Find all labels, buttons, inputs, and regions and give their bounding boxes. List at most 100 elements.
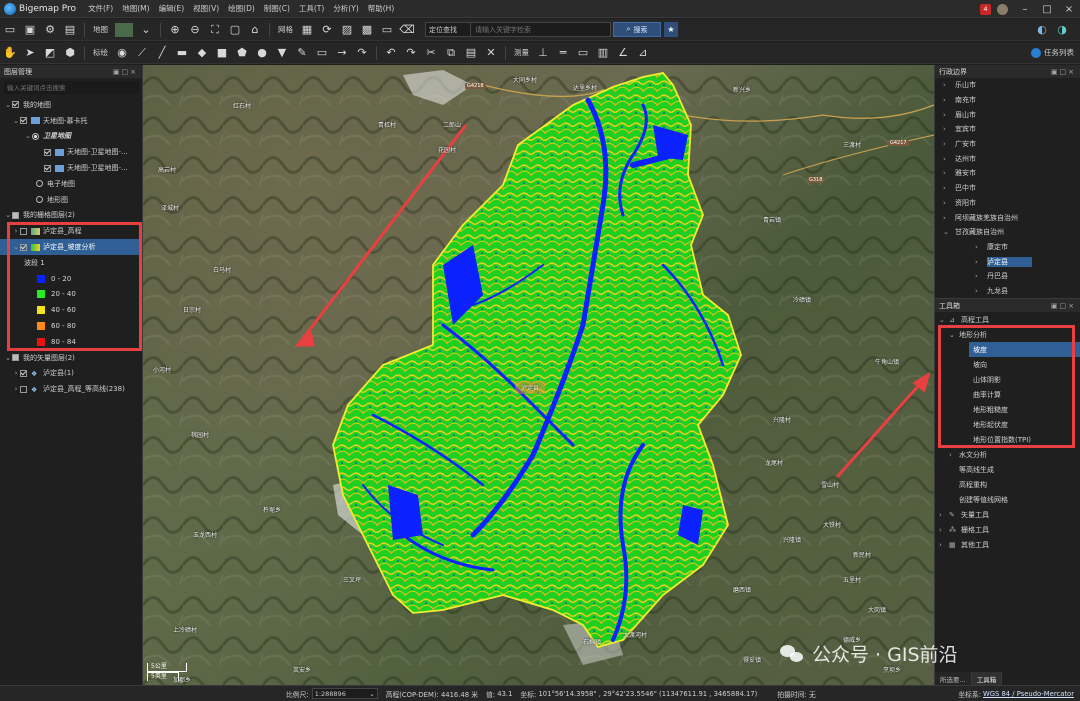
chevron-right-icon[interactable]: ›: [939, 526, 949, 534]
admin-child-item[interactable]: › 康定市: [935, 240, 1080, 255]
tree-sat-layer-2[interactable]: 天地图-卫星地图-...: [0, 160, 142, 176]
triangle-icon[interactable]: ▼: [275, 46, 289, 60]
tree-vector-group[interactable]: ⌄ 我的矢量图层(2): [0, 350, 142, 366]
tool-other-group[interactable]: › ▦ 其他工具: [935, 537, 1080, 552]
checkbox[interactable]: [12, 101, 19, 109]
map-popup-label[interactable]: 泸定县: [515, 381, 546, 394]
layer-filter-input[interactable]: [4, 81, 139, 94]
menu-file[interactable]: 文件(F): [88, 3, 113, 14]
zoom-in-icon[interactable]: ⊕: [168, 23, 182, 37]
checkbox[interactable]: [20, 385, 27, 393]
measure-area-icon[interactable]: ▭: [576, 46, 590, 60]
admin-item[interactable]: › 雅安市: [935, 166, 1080, 181]
sync-icon[interactable]: ⟳: [320, 23, 334, 37]
maximize-icon[interactable]: □: [1036, 4, 1058, 15]
admin-item[interactable]: › 乐山市: [935, 78, 1080, 93]
menu-draw[interactable]: 绘图(D): [228, 3, 255, 14]
admin-item[interactable]: › 南充市: [935, 93, 1080, 108]
search-type-select[interactable]: 定位查找: [425, 22, 471, 37]
tree-my-map[interactable]: ⌄ 我的地图: [0, 97, 142, 113]
tree-electronic-map[interactable]: 电子地图: [0, 176, 142, 192]
chevron-down-icon[interactable]: ⌄: [4, 211, 12, 219]
tool-relief[interactable]: 地形起伏度: [935, 417, 1080, 432]
chevron-down-icon[interactable]: ⌄: [12, 117, 20, 125]
menu-cartography[interactable]: 制图(C): [264, 3, 290, 14]
search-button[interactable]: ⌕ 搜索: [613, 22, 661, 37]
chevron-right-icon[interactable]: ›: [943, 155, 955, 163]
line-icon[interactable]: ╱: [155, 46, 169, 60]
menu-analysis[interactable]: 分析(Y): [333, 3, 358, 14]
measure-point-icon[interactable]: ⊥: [536, 46, 550, 60]
checkbox[interactable]: [44, 148, 51, 156]
admin-item[interactable]: › 巴中市: [935, 181, 1080, 196]
admin-item[interactable]: › 阿坝藏族羌族自治州: [935, 210, 1080, 225]
admin-item[interactable]: › 资阳市: [935, 196, 1080, 211]
tool-hydro[interactable]: › 水文分析: [935, 447, 1080, 462]
chevron-down-icon[interactable]: ⌄: [939, 316, 949, 324]
admin-item[interactable]: › 宜宾市: [935, 122, 1080, 137]
chevron-right-icon[interactable]: ›: [943, 199, 955, 207]
chevron-right-icon[interactable]: ›: [975, 243, 987, 251]
redo-icon[interactable]: ↷: [404, 46, 418, 60]
chevron-right-icon[interactable]: ›: [975, 258, 987, 266]
chevron-right-icon[interactable]: ›: [12, 227, 20, 235]
route-arrow-icon[interactable]: →: [335, 46, 349, 60]
admin-item[interactable]: › 达州市: [935, 151, 1080, 166]
chevron-down-icon[interactable]: ⌄: [949, 331, 959, 339]
panel-controls-icon[interactable]: ▣□×: [1051, 302, 1076, 310]
photo-icon[interactable]: ▩: [360, 23, 374, 37]
admin-child-item[interactable]: › 丹巴县: [935, 269, 1080, 284]
radio[interactable]: [32, 132, 39, 140]
pin-icon[interactable]: ⬢: [63, 46, 77, 60]
checkbox[interactable]: [12, 211, 19, 219]
tree-sat-layer-1[interactable]: 天地图-卫星地图-...: [0, 144, 142, 160]
fullscreen-icon[interactable]: ▢: [228, 23, 242, 37]
tool-curvature[interactable]: 曲率计算: [935, 387, 1080, 402]
menu-view[interactable]: 视图(V): [193, 3, 219, 14]
circle-icon[interactable]: ●: [255, 46, 269, 60]
layer-icon[interactable]: ▤: [63, 23, 77, 37]
shield-icon[interactable]: ◐: [1035, 23, 1049, 37]
arrow-shape-icon[interactable]: ◆: [195, 46, 209, 60]
eraser-icon[interactable]: ⌫: [399, 23, 415, 37]
chevron-down-icon[interactable]: ⌄: [943, 228, 955, 236]
measure-slope-icon[interactable]: ⊿: [636, 46, 650, 60]
copy-icon[interactable]: ⧉: [444, 46, 458, 60]
chevron-right-icon[interactable]: ›: [12, 385, 20, 393]
chevron-right-icon[interactable]: ›: [943, 96, 955, 104]
tool-contour[interactable]: 等高线生成: [935, 462, 1080, 477]
tree-vector-county[interactable]: › ❖ 泸定县(1): [0, 366, 142, 382]
search-input[interactable]: [471, 22, 611, 37]
tool-contour-grid[interactable]: 创建等值线网格: [935, 492, 1080, 507]
chevron-right-icon[interactable]: ›: [943, 140, 955, 148]
admin-child-item[interactable]: › 九龙县: [935, 284, 1080, 299]
chevron-right-icon[interactable]: ›: [943, 214, 955, 222]
chevron-down-icon[interactable]: ⌄: [12, 243, 20, 251]
chevron-right-icon[interactable]: ›: [939, 511, 949, 519]
tool-roughness[interactable]: 地形粗糙度: [935, 402, 1080, 417]
notification-badge[interactable]: 4: [980, 3, 991, 15]
polyline-icon[interactable]: ⟋: [135, 46, 149, 60]
undo-icon[interactable]: ↶: [384, 46, 398, 60]
chevron-down-icon[interactable]: ⌄: [139, 23, 153, 37]
save-icon[interactable]: ▣: [23, 23, 37, 37]
panel-controls-icon[interactable]: ▣□×: [113, 68, 138, 76]
menu-edit[interactable]: 编辑(E): [159, 3, 185, 14]
admin-child-item[interactable]: › 泸定县: [935, 254, 1080, 269]
checkbox[interactable]: [12, 354, 19, 362]
tree-raster-slope[interactable]: ⌄ 泸定县_坡度分析: [0, 239, 142, 255]
task-list-button[interactable]: 任务列表: [1031, 47, 1074, 58]
square-icon[interactable]: ■: [215, 46, 229, 60]
curve-arrow-icon[interactable]: ↷: [355, 46, 369, 60]
point-marker-icon[interactable]: ◉: [115, 46, 129, 60]
measure-angle-icon[interactable]: ∠: [616, 46, 630, 60]
tool-aspect[interactable]: 坡向: [935, 357, 1080, 372]
cut-icon[interactable]: ✂: [424, 46, 438, 60]
chevron-right-icon[interactable]: ›: [939, 541, 949, 549]
chevron-right-icon[interactable]: ›: [943, 169, 955, 177]
scale-select[interactable]: 1:288896 ⌄: [311, 688, 378, 699]
chevron-right-icon[interactable]: ›: [943, 111, 955, 119]
chevron-down-icon[interactable]: ⌄: [4, 354, 12, 362]
chevron-right-icon[interactable]: ›: [943, 125, 955, 133]
radio[interactable]: [36, 196, 43, 204]
